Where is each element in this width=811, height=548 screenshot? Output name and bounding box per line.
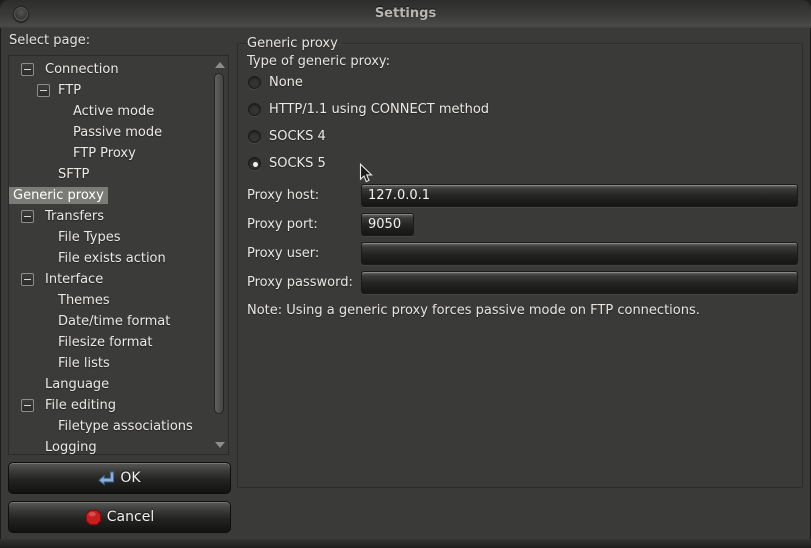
tree-item-datetime-format[interactable]: Date/time format	[9, 311, 212, 332]
tree-item-file-lists[interactable]: File lists	[9, 353, 212, 374]
radio-http-connect[interactable]: HTTP/1.1 using CONNECT method	[248, 96, 802, 123]
tree-item-transfers[interactable]: Transfers	[9, 206, 212, 227]
select-page-label: Select page:	[9, 33, 90, 48]
window-bottom-edge	[0, 539, 811, 548]
window-title: Settings	[0, 6, 811, 21]
tree-item-label-selected: Generic proxy	[9, 187, 108, 204]
radio-socks5[interactable]: SOCKS 5	[248, 150, 802, 177]
tree-item-sftp[interactable]: SFTP	[9, 164, 212, 185]
collapse-icon[interactable]	[21, 399, 34, 412]
tree-item-label: Interface	[45, 272, 103, 287]
tree-item-file-exists-action[interactable]: File exists action	[9, 248, 212, 269]
tree-item-active-mode[interactable]: Active mode	[9, 101, 212, 122]
tree-item-connection[interactable]: Connection	[9, 59, 212, 80]
tree-item-file-types[interactable]: File Types	[9, 227, 212, 248]
tree-item-interface[interactable]: Interface	[9, 269, 212, 290]
proxy-password-label: Proxy password:	[247, 275, 361, 290]
stop-icon	[85, 509, 102, 526]
radio-none[interactable]: None	[248, 69, 802, 96]
collapse-icon[interactable]	[37, 84, 50, 97]
radio-socks4[interactable]: SOCKS 4	[248, 123, 802, 150]
tree-item-ftp-proxy[interactable]: FTP Proxy	[9, 143, 212, 164]
collapse-icon[interactable]	[21, 210, 34, 223]
proxy-user-label: Proxy user:	[247, 246, 361, 261]
tree-item-themes[interactable]: Themes	[9, 290, 212, 311]
radio-icon[interactable]	[248, 76, 261, 89]
proxy-user-input[interactable]	[361, 242, 798, 265]
tree-item-label: File exists action	[9, 251, 166, 266]
group-title: Generic proxy	[247, 36, 342, 51]
tree-item-label: Passive mode	[9, 125, 162, 140]
scroll-down-icon[interactable]	[215, 442, 225, 448]
enter-arrow-icon	[98, 471, 115, 486]
tree-scrollbar[interactable]	[212, 57, 227, 453]
radio-label: SOCKS 4	[269, 129, 326, 144]
collapse-icon[interactable]	[21, 63, 34, 76]
proxy-port-input[interactable]	[361, 213, 414, 236]
tree-item-file-editing[interactable]: File editing	[9, 395, 212, 416]
tree-item-label: Active mode	[9, 104, 154, 119]
tree-item-label: File Types	[9, 230, 121, 245]
tree-item-label: FTP	[58, 83, 81, 98]
title-bar[interactable]: Settings	[0, 0, 811, 28]
tree-item-label: FTP Proxy	[9, 146, 136, 161]
tree-item-label: Connection	[45, 62, 119, 77]
radio-label: SOCKS 5	[269, 156, 326, 171]
settings-tree-panel: Connection FTP Active mode Passive mode …	[8, 55, 229, 455]
tree-item-generic-proxy[interactable]: Generic proxy	[9, 185, 212, 206]
tree-item-label: Logging	[9, 440, 97, 455]
proxy-fields: Proxy host: Proxy port: Proxy user: Prox…	[247, 184, 802, 294]
radio-label: HTTP/1.1 using CONNECT method	[269, 102, 489, 117]
ok-button[interactable]: OK	[8, 462, 231, 494]
tree-item-language[interactable]: Language	[9, 374, 212, 395]
proxy-host-row: Proxy host:	[247, 184, 802, 207]
generic-proxy-group: Generic proxy Type of generic proxy: Non…	[237, 36, 803, 488]
cancel-button[interactable]: Cancel	[8, 501, 231, 533]
tree-item-label: File lists	[9, 356, 110, 371]
cancel-button-label: Cancel	[107, 509, 154, 525]
proxy-password-row: Proxy password:	[247, 271, 802, 294]
tree-item-label: Filesize format	[9, 335, 152, 350]
generic-proxy-note: Note: Using a generic proxy forces passi…	[247, 303, 802, 318]
collapse-icon[interactable]	[21, 273, 34, 286]
radio-icon[interactable]	[248, 103, 261, 116]
proxy-password-input[interactable]	[361, 271, 798, 294]
tree-item-label: Themes	[9, 293, 110, 308]
settings-tree: Connection FTP Active mode Passive mode …	[9, 59, 212, 455]
ok-button-label: OK	[120, 470, 140, 486]
scrollbar-thumb[interactable]	[214, 73, 224, 414]
radio-label: None	[269, 75, 303, 90]
tree-item-filesize-format[interactable]: Filesize format	[9, 332, 212, 353]
proxy-port-label: Proxy port:	[247, 217, 361, 232]
tree-item-label: Filetype associations	[9, 419, 193, 434]
tree-item-passive-mode[interactable]: Passive mode	[9, 122, 212, 143]
tree-item-label: File editing	[45, 398, 116, 413]
radio-icon[interactable]	[248, 130, 261, 143]
tree-item-label: Language	[9, 377, 109, 392]
tree-item-filetype-associations[interactable]: Filetype associations	[9, 416, 212, 437]
radio-selected-icon[interactable]	[248, 157, 261, 170]
settings-dialog: Settings Select page: Connection FTP Act…	[0, 0, 811, 548]
scroll-up-icon[interactable]	[215, 62, 225, 68]
proxy-port-row: Proxy port:	[247, 213, 802, 236]
proxy-user-row: Proxy user:	[247, 242, 802, 265]
tree-item-label: Transfers	[45, 209, 104, 224]
tree-item-logging[interactable]: Logging	[9, 437, 212, 455]
proxy-host-input[interactable]	[361, 184, 798, 207]
tree-item-ftp[interactable]: FTP	[9, 80, 212, 101]
tree-item-label: Date/time format	[9, 314, 170, 329]
proxy-host-label: Proxy host:	[247, 188, 361, 203]
tree-item-label: SFTP	[9, 167, 89, 182]
proxy-type-label: Type of generic proxy:	[247, 54, 802, 69]
